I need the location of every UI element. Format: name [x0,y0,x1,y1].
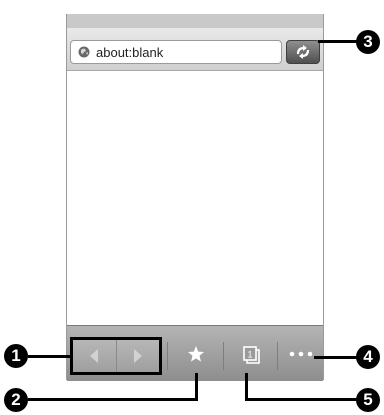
globe-icon [78,46,90,58]
forward-arrow-icon [134,349,142,363]
back-arrow-icon [90,349,98,363]
star-icon [188,346,204,362]
callout-line-4 [314,356,360,359]
callout-line-2 [195,373,198,401]
toolbar-divider [277,342,278,370]
callout-line-5 [245,373,248,401]
callout-line-5 [245,398,358,401]
callout-2: 2 [4,388,28,412]
toolbar-divider [167,342,168,370]
bookmark-button[interactable] [171,337,221,375]
callout-5: 5 [356,388,380,412]
url-field[interactable]: about:blank [70,40,282,64]
callout-3: 3 [356,30,380,54]
callout-1: 1 [4,344,28,368]
tab-count: 1 [247,350,252,360]
status-bar [67,14,323,28]
browser-window: about:blank 1 [66,14,324,381]
navigation-buttons [70,337,162,375]
callout-4: 4 [356,345,380,369]
page-content[interactable] [67,71,323,325]
back-button[interactable] [73,340,117,372]
toolbar-divider [223,342,224,370]
windows-button[interactable]: 1 [227,337,277,375]
more-dots-icon [289,351,313,357]
callout-line-1 [28,355,72,358]
forward-button[interactable] [117,340,160,372]
windows-icon: 1 [243,346,260,364]
refresh-icon [296,45,310,59]
url-text: about:blank [96,45,164,60]
callout-line-3 [318,40,358,43]
address-bar: about:blank [67,28,323,71]
callout-line-2 [28,398,198,401]
refresh-button[interactable] [286,40,320,64]
